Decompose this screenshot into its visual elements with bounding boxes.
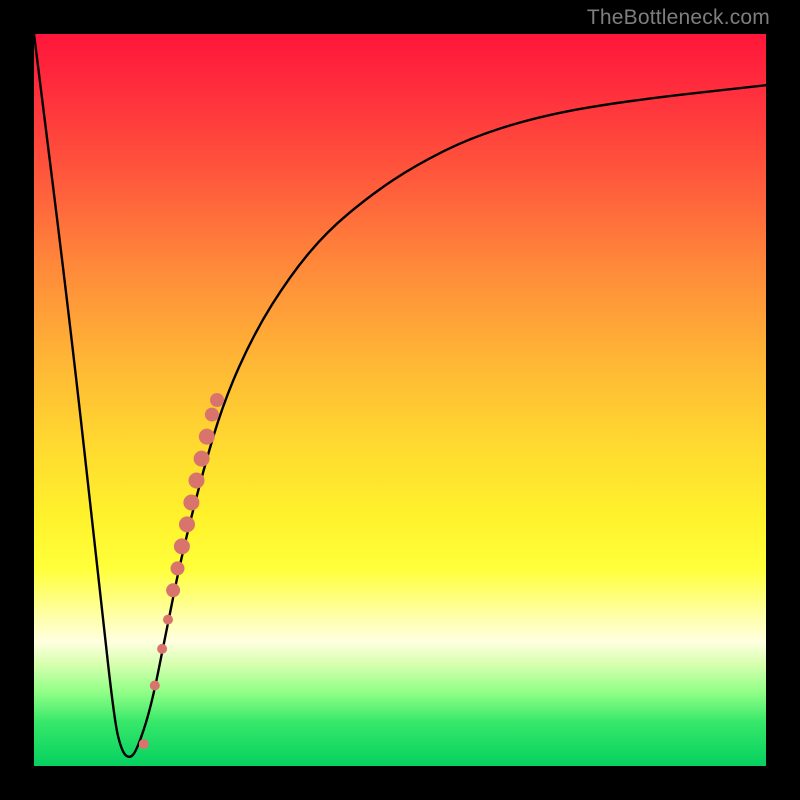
data-marker xyxy=(210,393,224,407)
bottleneck-curve-svg xyxy=(34,34,766,766)
data-marker xyxy=(194,451,210,467)
data-marker xyxy=(183,495,199,511)
data-marker xyxy=(150,681,160,691)
data-marker xyxy=(166,583,180,597)
data-marker xyxy=(171,561,185,575)
data-marker xyxy=(189,473,205,489)
plot-area xyxy=(34,34,766,766)
data-marker xyxy=(163,615,173,625)
watermark-text: TheBottleneck.com xyxy=(587,6,770,30)
data-marker xyxy=(179,516,195,532)
data-marker xyxy=(174,538,190,554)
data-marker xyxy=(205,408,219,422)
bottleneck-curve-path xyxy=(34,34,766,757)
data-marker xyxy=(199,429,215,445)
data-marker xyxy=(157,644,167,654)
data-marker xyxy=(139,739,149,749)
chart-frame: TheBottleneck.com xyxy=(0,0,800,800)
